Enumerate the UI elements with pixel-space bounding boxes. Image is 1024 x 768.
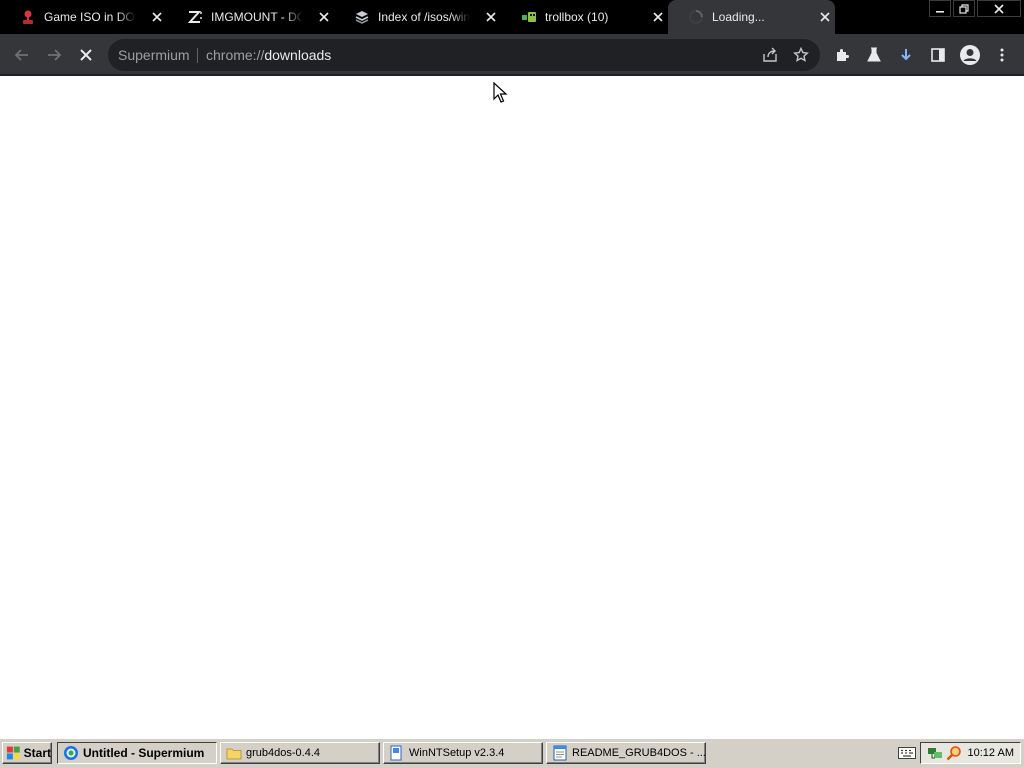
network-icon[interactable] — [927, 745, 943, 766]
task-label: Untitled - Supermium — [83, 746, 205, 760]
url-text[interactable]: chrome://downloads — [206, 47, 331, 63]
restore-icon — [959, 3, 969, 14]
share-icon[interactable] — [761, 46, 779, 64]
clock[interactable]: 10:12 AM — [968, 747, 1014, 759]
close-icon[interactable] — [817, 9, 833, 25]
flask-icon — [867, 47, 881, 62]
arrow-right-icon — [48, 49, 62, 61]
divider — [197, 48, 198, 63]
close-icon — [994, 3, 1004, 14]
start-button[interactable]: Start — [2, 742, 52, 764]
taskbar: Start Untitled - Supermium grub4dos-0.4.… — [0, 738, 1024, 768]
folder-icon — [226, 745, 242, 761]
restore-button[interactable] — [953, 0, 975, 17]
trollbox-icon — [521, 9, 537, 25]
task-label: README_GRUB4DOS - ... — [572, 747, 706, 759]
side-panel-button[interactable] — [924, 42, 952, 68]
side-panel-icon — [931, 48, 945, 62]
page-content — [0, 76, 1024, 738]
avatar-icon — [960, 45, 980, 65]
dosbox-joystick-icon — [20, 9, 36, 25]
minimize-icon — [936, 10, 944, 13]
tab-loading-active[interactable]: Loading... — [668, 0, 835, 36]
tab-title: Index of /isos/windo — [378, 10, 470, 24]
task-label: WinNTSetup v2.3.4 — [409, 747, 505, 759]
tab-title: Loading... — [712, 10, 765, 24]
notepad-icon — [552, 745, 568, 761]
screen: { "browser": { "tabs": [ {"title": "Game… — [0, 0, 1024, 768]
tab-strip: Game ISO in DOSBo IMGMOUNT - DOSB Index … — [0, 0, 1024, 36]
start-label: Start — [23, 746, 51, 760]
tab-title: IMGMOUNT - DOSB — [211, 10, 303, 24]
tab-index-isos[interactable]: Index of /isos/windo — [334, 0, 501, 34]
taskbar-item-grub4dos-folder[interactable]: grub4dos-0.4.4 — [220, 742, 380, 764]
address-bar[interactable]: Supermium chrome://downloads — [108, 39, 820, 71]
supermium-icon — [63, 745, 79, 761]
keyboard-layout-icon[interactable] — [898, 746, 916, 760]
browser-toolbar: Supermium chrome://downloads — [0, 34, 1024, 76]
download-arrow-icon — [901, 49, 911, 61]
minimize-button[interactable] — [929, 0, 951, 17]
taskbar-item-supermium[interactable]: Untitled - Supermium — [57, 742, 217, 764]
close-icon[interactable] — [650, 9, 666, 25]
task-label: grub4dos-0.4.4 — [246, 747, 320, 759]
extensions-button[interactable] — [828, 42, 856, 68]
stop-icon — [80, 49, 92, 61]
taskbar-item-winntsetup[interactable]: WinNTSetup v2.3.4 — [383, 742, 543, 764]
url-prefix: chrome:// — [206, 47, 265, 63]
server-icon — [354, 9, 370, 25]
profile-button[interactable] — [956, 42, 984, 68]
menu-button[interactable] — [988, 42, 1016, 68]
tab-trollbox[interactable]: trollbox (10) — [501, 0, 668, 34]
site-chip[interactable]: Supermium — [118, 47, 190, 63]
tab-game-iso[interactable]: Game ISO in DOSBo — [0, 0, 167, 34]
puzzle-icon — [837, 49, 849, 61]
tab-title: Game ISO in DOSBo — [44, 10, 136, 24]
downloads-button[interactable] — [892, 42, 920, 68]
system-tray: 10:12 AM — [920, 742, 1021, 764]
forward-button[interactable] — [40, 42, 68, 68]
close-window-button[interactable] — [977, 0, 1021, 17]
tab-title: trollbox (10) — [545, 10, 609, 24]
close-icon[interactable] — [149, 9, 165, 25]
mouse-cursor-icon — [493, 82, 508, 103]
url-host: downloads — [264, 47, 332, 63]
close-icon[interactable] — [316, 9, 332, 25]
back-button[interactable] — [8, 42, 36, 68]
arrow-left-icon — [14, 49, 28, 61]
search-magnifier-icon[interactable] — [946, 745, 962, 766]
windows-logo-icon — [6, 746, 20, 760]
bookmark-star-icon[interactable] — [792, 46, 810, 64]
loading-spinner-icon — [688, 9, 704, 25]
z-logo-icon — [187, 9, 203, 25]
taskbar-item-readme[interactable]: README_GRUB4DOS - ... — [546, 742, 706, 764]
tab-imgmount[interactable]: IMGMOUNT - DOSB — [167, 0, 334, 34]
kebab-menu-icon — [1000, 48, 1004, 62]
stop-loading-button[interactable] — [72, 42, 100, 68]
setup-icon — [389, 745, 405, 761]
labs-button[interactable] — [860, 42, 888, 68]
close-icon[interactable] — [483, 9, 499, 25]
